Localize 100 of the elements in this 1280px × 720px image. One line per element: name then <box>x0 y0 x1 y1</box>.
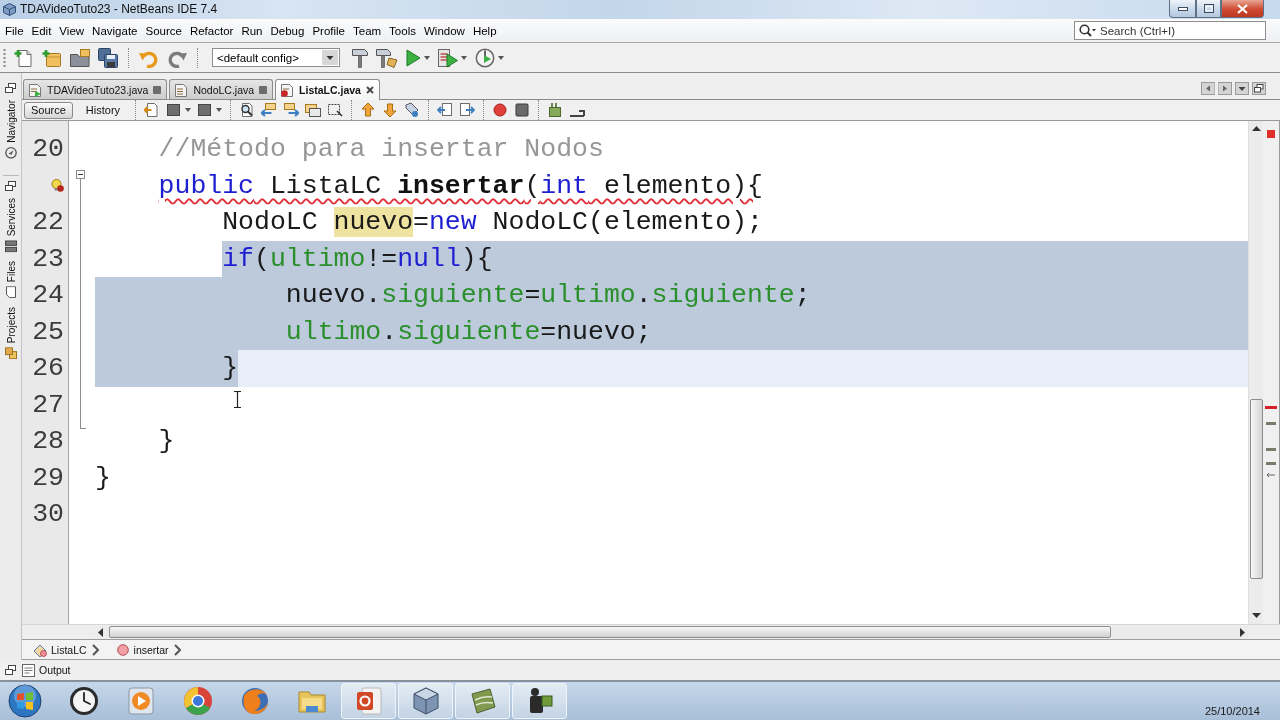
class-file-icon <box>174 82 189 97</box>
line-number: 20 <box>32 133 64 166</box>
config-dropdown[interactable]: <default config> <box>212 48 340 67</box>
square-icon[interactable] <box>197 102 214 118</box>
menu-item[interactable]: File <box>1 20 28 41</box>
restore-window-icon[interactable] <box>5 665 16 675</box>
open-project-icon[interactable] <box>70 47 90 68</box>
menu-item[interactable]: Tools <box>385 20 420 41</box>
stop-icon[interactable] <box>514 102 531 118</box>
server-icon[interactable] <box>4 240 17 253</box>
rectangle-selection-icon[interactable] <box>327 102 344 118</box>
menu-item[interactable]: Help <box>468 20 501 41</box>
editor-tab[interactable]: ListaLC.java <box>275 79 380 100</box>
hammer-broom-icon[interactable] <box>376 47 398 68</box>
gauge-play-icon[interactable] <box>475 47 495 68</box>
breadcrumb-item[interactable]: ListaLC <box>33 642 87 657</box>
caret-down-icon[interactable] <box>216 108 223 112</box>
minimize-icon[interactable] <box>1177 6 1188 11</box>
caret-down-icon[interactable] <box>185 108 192 112</box>
output-icon <box>22 663 35 677</box>
menu-item[interactable]: Edit <box>27 20 56 41</box>
search-icon[interactable] <box>1079 24 1096 37</box>
line-number: 24 <box>32 279 64 312</box>
hammer-icon[interactable] <box>352 47 368 68</box>
bookmark-icon[interactable] <box>404 102 421 118</box>
chevron-right-icon[interactable] <box>91 643 99 656</box>
record-icon[interactable] <box>492 102 509 118</box>
arrow-up-icon[interactable] <box>1251 126 1261 131</box>
scroll-thumb[interactable] <box>1249 399 1263 579</box>
shift-left-icon[interactable] <box>437 102 454 118</box>
side-tab[interactable]: Projects <box>1 305 20 362</box>
arrow-right-icon[interactable] <box>1218 81 1232 95</box>
search-field[interactable]: Search (Ctrl+I) <box>1074 21 1266 40</box>
find-next-icon[interactable] <box>283 102 300 118</box>
line-number: 25 <box>32 315 64 349</box>
restore-window-icon[interactable] <box>5 180 16 191</box>
menu-item[interactable]: Refactor <box>185 20 238 41</box>
line-number: 23 <box>32 242 64 276</box>
menu-item[interactable]: Navigate <box>88 20 142 41</box>
shift-right-icon[interactable] <box>459 102 476 118</box>
start-orb-icon[interactable] <box>8 684 42 718</box>
play-icon[interactable] <box>406 48 421 67</box>
caret-down-icon[interactable] <box>424 55 430 60</box>
scroll-thumb[interactable] <box>109 626 1111 638</box>
menu-item[interactable]: Run <box>237 20 267 41</box>
view-tab[interactable]: History <box>78 101 128 119</box>
caret-down-icon[interactable] <box>498 55 504 60</box>
square-icon[interactable] <box>153 85 162 94</box>
file-icon[interactable] <box>4 286 17 299</box>
breadcrumb-item[interactable]: insertar <box>115 642 169 657</box>
lightbulb-icon[interactable] <box>51 179 64 193</box>
editor-tab[interactable]: TDAVideoTuto23.java <box>23 79 168 99</box>
arrow-left-icon[interactable] <box>98 627 103 637</box>
close-button[interactable] <box>1221 0 1264 18</box>
new-project-icon[interactable] <box>42 47 62 68</box>
menu-item[interactable]: Team <box>349 20 386 41</box>
arrow-down-icon[interactable] <box>1251 613 1261 618</box>
find-previous-icon[interactable] <box>261 102 278 118</box>
output-tab[interactable]: Output <box>22 663 71 677</box>
close-icon[interactable] <box>365 86 374 94</box>
caret-down-icon[interactable] <box>1235 81 1249 95</box>
new-file-icon[interactable] <box>14 47 34 68</box>
stripe-marks-icon[interactable] <box>1265 406 1277 478</box>
vertical-scrollbar[interactable] <box>1248 121 1263 624</box>
square-icon[interactable] <box>166 102 183 118</box>
side-tab[interactable]: Services <box>1 195 20 255</box>
search-icon[interactable] <box>239 102 256 118</box>
menu-item[interactable]: View <box>55 20 89 41</box>
comment-icon[interactable] <box>547 102 564 118</box>
highlight-icon[interactable] <box>305 102 322 118</box>
save-all-icon[interactable] <box>98 47 118 68</box>
menu-item[interactable]: Window <box>419 20 469 41</box>
taskbar-button[interactable] <box>512 683 567 719</box>
square-icon[interactable] <box>259 85 268 94</box>
side-tab[interactable]: Navigator <box>1 98 20 161</box>
code-line: //Método para insertar Nodos <box>158 133 604 166</box>
menu-item[interactable]: Source <box>141 20 186 41</box>
restore-window-icon[interactable] <box>5 83 16 93</box>
chevron-right-icon[interactable] <box>173 643 181 656</box>
view-tab[interactable]: Source <box>24 101 73 119</box>
caret-down-icon[interactable] <box>322 50 338 65</box>
collapse-icon[interactable] <box>76 169 85 179</box>
maximize-icon[interactable] <box>1203 4 1214 13</box>
debug-icon[interactable] <box>438 47 458 68</box>
menu-item[interactable]: Profile <box>308 20 349 41</box>
line-number: 22 <box>32 206 64 239</box>
maximize-button[interactable] <box>1196 0 1221 18</box>
compass-icon[interactable] <box>4 146 17 159</box>
arrow-right-icon[interactable] <box>1240 627 1245 637</box>
arrow-left-icon[interactable] <box>1201 81 1215 95</box>
menu-item[interactable]: Debug <box>266 20 309 41</box>
minimize-button[interactable] <box>1169 0 1196 18</box>
boxes-icon[interactable] <box>4 347 17 360</box>
editor-tab[interactable]: NodoLC.java <box>169 79 274 99</box>
restore-window-icon[interactable] <box>1252 81 1266 95</box>
ring-logo-icon <box>182 686 213 716</box>
caret-down-icon[interactable] <box>461 55 467 60</box>
document-arrow-icon[interactable] <box>144 102 161 118</box>
side-tab[interactable]: Files <box>1 259 20 301</box>
class-icon <box>33 642 47 657</box>
